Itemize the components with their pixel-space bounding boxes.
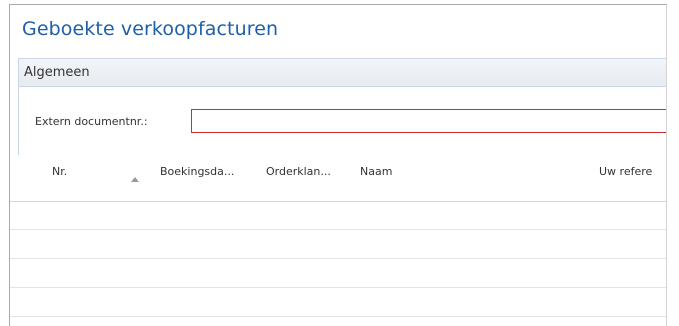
column-header-nr[interactable]: Nr. xyxy=(52,165,67,178)
page-window: Geboekte verkoopfacturen Algemeen Extern… xyxy=(9,4,667,326)
column-header-name[interactable]: Naam xyxy=(360,165,392,178)
invoice-grid: Nr. Boekingsda... Orderklan... Naam Uw r… xyxy=(10,155,666,326)
fasttab-title: Algemeen xyxy=(24,65,90,80)
column-header-posting-date[interactable]: Boekingsda... xyxy=(160,165,234,178)
table-row[interactable] xyxy=(10,288,666,317)
table-row[interactable] xyxy=(10,230,666,259)
table-row[interactable] xyxy=(10,201,666,230)
fasttab-algemeen: Algemeen Extern documentnr.: xyxy=(18,58,666,156)
column-header-order-customer[interactable]: Orderklan... xyxy=(266,165,331,178)
table-row[interactable] xyxy=(10,259,666,288)
sort-ascending-icon xyxy=(131,177,139,182)
column-header-your-reference[interactable]: Uw refere xyxy=(599,165,652,178)
grid-header: Nr. Boekingsda... Orderklan... Naam Uw r… xyxy=(10,155,666,202)
external-document-no-label: Extern documentnr.: xyxy=(35,115,148,128)
external-document-no-input[interactable] xyxy=(191,109,666,133)
fasttab-header[interactable]: Algemeen xyxy=(19,59,666,87)
page-title: Geboekte verkoopfacturen xyxy=(22,18,279,40)
